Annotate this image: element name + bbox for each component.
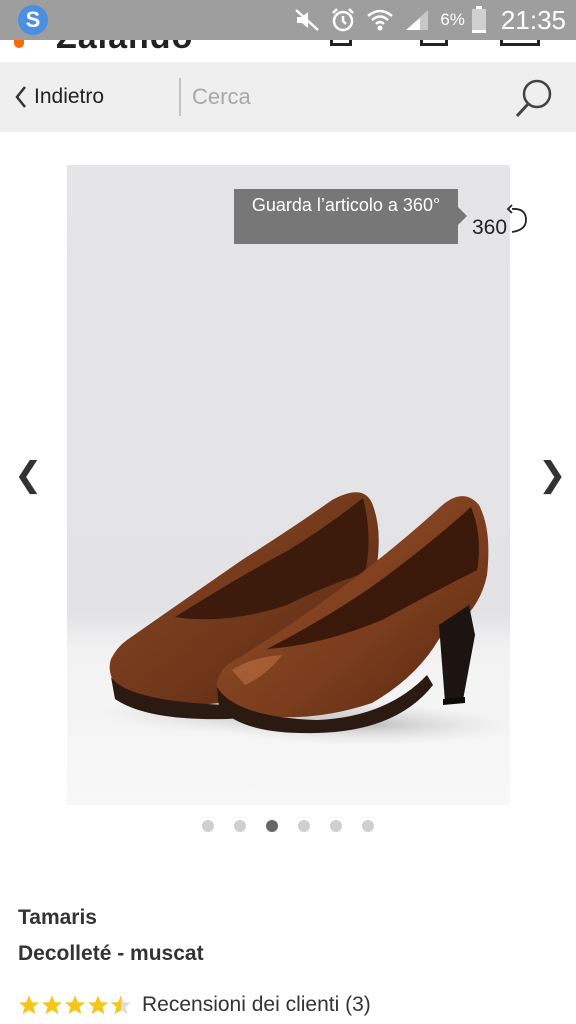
carousel-dot[interactable] [202, 820, 214, 832]
product-name: Decolleté - muscat [18, 942, 204, 965]
status-time: 21:35 [500, 4, 566, 35]
product-image[interactable] [67, 165, 510, 805]
rotate-icon [506, 204, 527, 233]
carousel-dot[interactable] [234, 820, 246, 832]
wifi-icon [367, 9, 394, 31]
brand-logo[interactable]: Zalando [56, 40, 193, 57]
account-icon[interactable] [330, 40, 352, 46]
carousel-pagination [202, 820, 374, 832]
carousel-dot[interactable] [362, 820, 374, 832]
rating-reviews-link[interactable]: Recensioni dei clienti (3) [18, 990, 371, 1020]
view-360-button[interactable]: 360 [470, 202, 534, 242]
search-input[interactable] [192, 80, 492, 114]
back-button[interactable]: Indietro [14, 82, 104, 112]
search-icon [515, 79, 552, 118]
tooltip-arrow [458, 207, 467, 225]
signal-icon [406, 10, 429, 30]
next-image-button[interactable]: ❯ [538, 455, 567, 495]
alarm-icon [332, 8, 355, 32]
reviews-link: Recensioni dei clienti (3) [142, 993, 371, 1016]
status-icons: 6% 21:35 [294, 0, 566, 40]
search-divider [179, 78, 181, 116]
star-full-icon [87, 995, 109, 1015]
shoes-image [97, 492, 510, 745]
back-label: Indietro [34, 85, 105, 108]
carousel-dot-active[interactable] [266, 820, 278, 832]
carousel-dot[interactable] [330, 820, 342, 832]
star-full-icon [41, 995, 63, 1015]
search-bar: Indietro [0, 62, 576, 132]
wishlist-icon[interactable] [420, 40, 448, 46]
app-notification-icon: S [18, 5, 48, 35]
previous-image-button[interactable]: ❮ [14, 455, 43, 495]
cart-icon[interactable] [500, 40, 540, 46]
battery-icon [471, 6, 486, 33]
brand-logo-mark [14, 40, 24, 48]
search-button[interactable] [512, 76, 556, 120]
product-brand[interactable]: Tamaris [18, 906, 97, 930]
view-360-tooltip: Guarda l’articolo a 360° [234, 189, 458, 244]
rating-stars [18, 994, 132, 1016]
battery-percent: 6% [440, 10, 465, 29]
carousel-dot[interactable] [298, 820, 310, 832]
mute-icon [295, 9, 320, 31]
star-half-icon [110, 995, 132, 1015]
star-full-icon [64, 995, 86, 1015]
status-bar: S 6% 21:35 [0, 0, 576, 40]
app-header: Zalando [0, 40, 576, 62]
star-full-icon [18, 995, 40, 1015]
chevron-left-icon [15, 86, 26, 108]
